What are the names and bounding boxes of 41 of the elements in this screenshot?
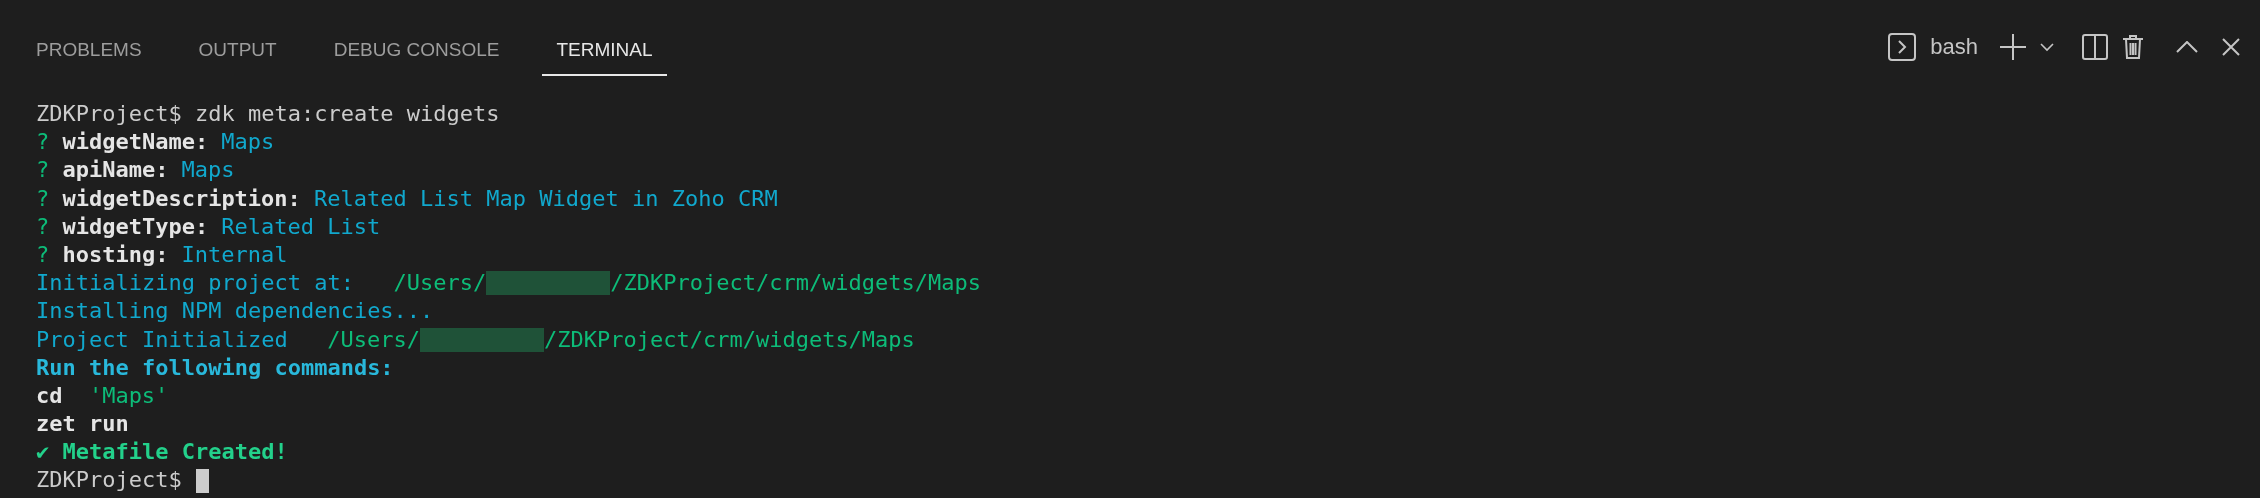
success-message: ✔ Metafile Created! [36,438,288,467]
prompt-mark: ? [36,156,50,185]
terminal-text: apiName: [62,156,169,185]
terminal-text: Initializing project at: [36,269,354,298]
terminal-text: Related List Map Widget in Zoho CRM [314,184,778,213]
terminal-text: widgetName: [62,128,209,157]
terminal-text: Run the following commands: [36,353,394,382]
terminal-text: Related List [221,212,381,241]
path-text: /ZDKProject/crm/widgets/Maps [610,269,982,298]
shell-name[interactable]: bash [1930,34,1978,60]
terminal-text: Installing NPM dependencies... [36,297,434,326]
terminal-text: Internal [181,240,288,269]
terminal-text: widgetType: [62,212,209,241]
panel-tab[interactable]: DEBUG CONSOLE [319,20,514,76]
terminal-text: widgetDescription: [62,184,301,213]
terminal-text: zet run [36,410,129,439]
path-text: 'Maps' [88,381,169,410]
panel-tab[interactable]: OUTPUT [184,20,291,76]
panel-tab[interactable]: PROBLEMS [22,20,156,76]
prompt-mark: ? [36,184,50,213]
path-text: /Users/ [327,325,420,354]
terminal-text: cd [36,381,63,410]
terminal-text: Project Initialized [36,325,288,354]
trash-icon[interactable] [2122,34,2144,60]
panel-tab[interactable]: TERMINAL [542,20,667,76]
split-icon[interactable] [2082,34,2108,60]
terminal-text: ZDKProject$ [36,466,182,495]
prompt-mark: ? [36,212,50,241]
path-text: /Users/ [393,269,487,298]
terminal-text: ZDKProject$ zdk meta:create widgets [36,100,500,128]
chevron-down-icon[interactable] [2040,42,2054,52]
chevron-up-icon[interactable] [2176,41,2198,53]
terminal-text: hosting: [62,240,169,269]
terminal-text: Maps [221,128,275,157]
plus-icon[interactable] [2000,34,2026,60]
prompt-mark: ? [36,128,50,157]
path-text: /ZDKProject/crm/widgets/Maps [544,325,915,354]
prompt-mark: ? [36,240,50,269]
close-icon[interactable] [2222,38,2240,56]
terminal-icon[interactable] [1888,33,1917,61]
terminal-text: Maps [181,156,235,185]
